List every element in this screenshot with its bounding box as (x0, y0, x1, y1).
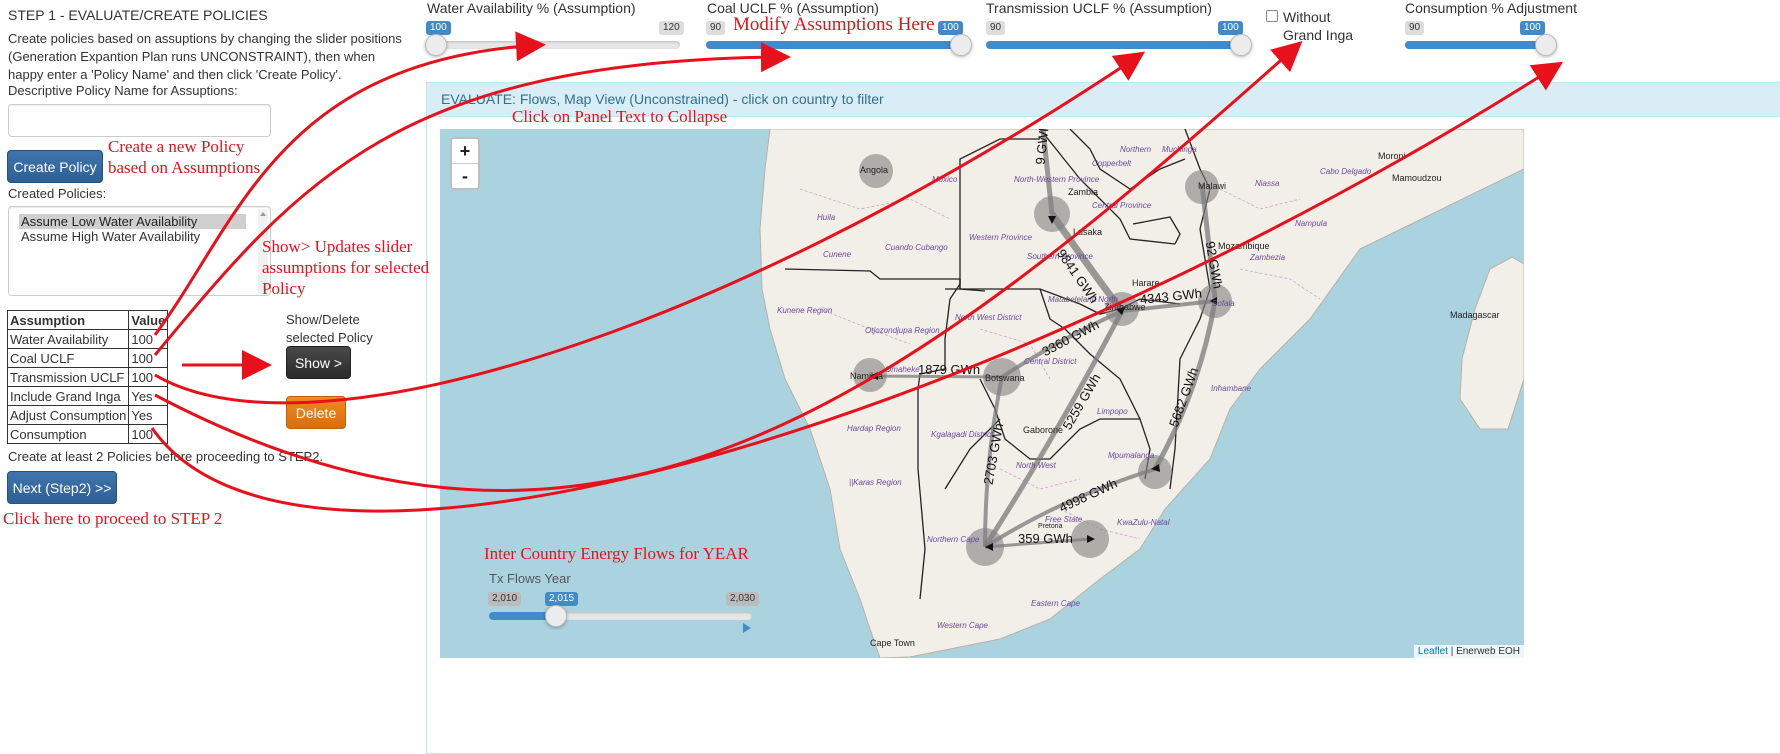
table-row: Coal UCLF 100 (6, 348, 169, 368)
map-city: Lusaka (1073, 227, 1103, 237)
annotation-collapse: Click on Panel Text to Collapse (512, 107, 728, 126)
policy-item[interactable]: Assume High Water Availability (19, 229, 246, 244)
annotation-inter-country: Inter Country Energy Flows for YEAR (484, 544, 749, 563)
year-slider-max: 2,030 (726, 592, 760, 606)
map-label: Madagascar (1450, 310, 1500, 320)
policies-listbox[interactable]: Assume Low Water Availability Assume Hig… (8, 206, 271, 296)
consumption-slider-min: 90 (1405, 21, 1425, 35)
panel-title[interactable]: EVALUATE: Flows, Map View (Unconstrained… (441, 91, 884, 107)
map-city: Cape Town (870, 638, 915, 648)
zoom-in-button[interactable]: + (452, 139, 478, 164)
table-row: Adjust Consumption Yes (6, 405, 169, 425)
flow-label: 359 GWh (1018, 531, 1073, 546)
annotation-modify: Modify Assumptions Here (733, 14, 935, 35)
consumption-slider-label: Consumption % Adjustment (1405, 0, 1577, 16)
map-city: Moroni (1378, 151, 1406, 161)
map-city: Mamoudzou (1392, 173, 1442, 183)
coal-slider[interactable] (706, 34, 972, 56)
map-city: Pretoria (1038, 523, 1063, 530)
map-label: Malawi (1198, 181, 1227, 191)
consumption-slider[interactable] (1405, 34, 1557, 56)
water-slider-handle[interactable] (425, 34, 447, 56)
map-city: Gaborone (1023, 425, 1064, 435)
water-slider-max: 120 (659, 21, 684, 35)
table-header: Value (128, 310, 169, 330)
delete-button[interactable]: Delete (286, 396, 346, 429)
next-step-button[interactable]: Next (Step2) >> (7, 471, 117, 504)
created-policies-label: Created Policies: (8, 186, 107, 201)
consumption-slider-handle[interactable] (1535, 34, 1557, 56)
map-label: Zambia (1068, 187, 1099, 197)
year-slider[interactable] (489, 605, 752, 627)
create-policy-button[interactable]: Create Policy (7, 150, 103, 183)
table-header: Assumption (6, 310, 130, 330)
year-slider-handle[interactable] (544, 605, 567, 627)
transmission-slider[interactable] (986, 34, 1252, 56)
coal-slider-value: 100 (938, 21, 963, 35)
policy-item[interactable]: Assume Low Water Availability (19, 214, 246, 229)
transmission-slider-label: Transmission UCLF % (Assumption) (986, 0, 1212, 16)
map-label: Namibia (850, 371, 884, 381)
transmission-slider-value: 100 (1218, 21, 1243, 35)
table-row: Transmission UCLF 100 (6, 367, 169, 387)
water-slider-label: Water Availability % (Assumption) (427, 0, 636, 16)
show-button[interactable]: Show > (286, 346, 351, 379)
transmission-slider-fill (986, 41, 1240, 49)
annotation-show: Show> Updates slider assumptions for sel… (262, 237, 430, 298)
annotation-create-policy: Create a new Policy based on Assumptions (108, 137, 261, 177)
annotation-proceed: Click here to proceed to STEP 2 (3, 509, 223, 528)
year-slider-min: 2,010 (488, 592, 522, 606)
madagascar-landmass (1459, 256, 1524, 430)
year-slider-value: 2,015 (545, 592, 579, 606)
table-row: Include Grand Inga Yes (6, 386, 169, 406)
transmission-slider-min: 90 (986, 21, 1006, 35)
map-attribution: Leaflet | Enerweb EOH (1413, 645, 1524, 658)
policies-note: Create at least 2 Policies before procee… (8, 449, 324, 464)
coal-slider-fill (706, 41, 960, 49)
map-label: Botswana (985, 373, 1025, 383)
map-label: Mozambique (1218, 241, 1270, 251)
grand-inga-label[interactable]: Without Grand Inga (1283, 8, 1363, 44)
water-slider-min: 100 (426, 21, 451, 35)
policy-name-input[interactable] (8, 104, 271, 137)
year-slider-label: Tx Flows Year (489, 571, 571, 586)
table-row: Consumption 100 (6, 424, 169, 444)
zoom-control: + - (450, 137, 480, 190)
map-city: Harare (1132, 278, 1160, 288)
coal-slider-min: 90 (706, 21, 726, 35)
consumption-slider-value: 100 (1520, 21, 1545, 35)
consumption-slider-fill (1405, 41, 1545, 49)
flow-label: 1879 GWh (918, 362, 981, 377)
map-label: Angola (860, 165, 889, 175)
policy-name-label: Descriptive Policy Name for Assuptions: (8, 83, 238, 98)
play-icon[interactable] (743, 623, 751, 633)
grand-inga-checkbox[interactable] (1266, 10, 1278, 22)
water-slider[interactable] (425, 34, 680, 56)
step-description: Create policies based on assuptions by c… (8, 31, 402, 82)
assumptions-table: Assumption Value Water Availability 100 C… (6, 310, 169, 444)
coal-slider-handle[interactable] (950, 34, 972, 56)
leaflet-link[interactable]: Leaflet (1418, 646, 1448, 657)
step-title: STEP 1 - EVALUATE/CREATE POLICIES (8, 7, 268, 23)
zoom-out-button[interactable]: - (452, 164, 478, 188)
transmission-slider-handle[interactable] (1230, 34, 1252, 56)
table-row: Water Availability 100 (6, 329, 169, 349)
show-delete-label: Show/Delete selected Policy (286, 312, 373, 345)
map-svg (759, 129, 1524, 658)
map-view[interactable]: Angola Zambia Namibia Botswana Zimbabwe … (440, 129, 1524, 658)
